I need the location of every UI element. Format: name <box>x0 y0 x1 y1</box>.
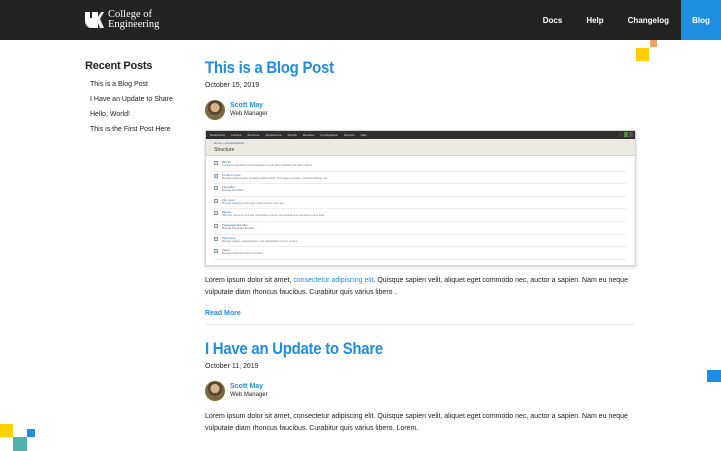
nav-blog[interactable]: Blog <box>681 0 721 40</box>
decor-square-orange <box>650 40 657 47</box>
avatar <box>205 100 225 120</box>
nav-changelog[interactable]: Changelog <box>616 0 681 40</box>
screenshot-menu-item: Content <box>230 133 242 137</box>
main-nav: Docs Help Changelog Blog <box>531 0 721 40</box>
post-featured-screenshot: Dashboard Content Structure Appearance P… <box>205 130 636 266</box>
read-more-link[interactable]: Read More <box>205 310 635 317</box>
screenshot-user-links <box>618 132 633 137</box>
list-item: Menus Add new menus to your site, edit ex… <box>214 209 627 222</box>
list-item: Content types Manage content types, inclu… <box>214 172 627 185</box>
decor-square-yellow <box>0 424 13 437</box>
sidebar-item-blog-post[interactable]: This is a Blog Post <box>85 77 195 92</box>
post-date: October 11, 2019 <box>205 363 259 370</box>
logo-line2: Engineering <box>108 19 160 30</box>
screenshot-menu-item: Modules <box>302 133 315 137</box>
author-name[interactable]: Scott May <box>230 382 268 391</box>
list-item: Taxonomy Manage tagging, categorization, … <box>214 235 627 248</box>
decor-square-blue <box>27 429 35 437</box>
post-title[interactable]: I Have an Update to Share <box>205 339 583 359</box>
post-author: Scott May Web Manager <box>205 381 635 401</box>
post-author: Scott May Web Manager <box>205 100 635 120</box>
screenshot-menu-item: Reports <box>344 133 355 137</box>
screenshot-title: Structure <box>214 147 235 153</box>
screenshot-admin-toolbar: Dashboard Content Structure Appearance P… <box>206 131 635 139</box>
nav-docs[interactable]: Docs <box>531 0 575 40</box>
excerpt-link[interactable]: consectetur adipiscing elit <box>293 277 373 284</box>
screenshot-menu-item: Structure <box>247 133 260 137</box>
nav-help[interactable]: Help <box>574 0 615 40</box>
screenshot-page-header: Home » Administration Structure <box>206 139 635 156</box>
screenshot-structure-list: Blocks Configure what block content appea… <box>206 156 635 263</box>
post-title[interactable]: This is a Blog Post <box>205 58 583 78</box>
sidebar-item-hello-world[interactable]: Hello, World! <box>85 107 195 122</box>
decor-square-yellow <box>636 48 649 61</box>
sidebar-item-first-post[interactable]: This is the First Post Here <box>85 122 195 137</box>
decor-square-teal <box>13 437 27 451</box>
screenshot-menu-item: Dashboard <box>210 133 225 137</box>
screenshot-menu-item: Help <box>360 133 367 137</box>
screenshot-breadcrumb: Home » Administration <box>214 141 245 145</box>
college-of-engineering-logo[interactable]: College of Engineering <box>84 9 160 30</box>
list-item: Blocks Configure what block content appea… <box>214 159 627 172</box>
blog-post: This is a Blog Post October 15, 2019 Sco… <box>205 58 636 325</box>
post-date: October 15, 2019 <box>205 82 260 89</box>
decor-square-blue <box>707 370 721 382</box>
recent-posts-sidebar: Recent Posts This is a Blog Post I Have … <box>85 60 195 137</box>
top-navbar: College of Engineering Docs Help Changel… <box>0 0 721 40</box>
avatar <box>205 381 225 401</box>
author-name[interactable]: Scott May <box>230 101 268 110</box>
list-item: Views Manage customized lists of content. <box>214 247 627 260</box>
blog-post: I Have an Update to Share October 11, 20… <box>205 339 635 434</box>
blog-post-list: This is a Blog Post October 15, 2019 Sco… <box>205 58 636 434</box>
list-item: Flexslider Manage FlexSlider <box>214 184 627 197</box>
sidebar-title: Recent Posts <box>85 60 153 72</box>
screenshot-menu-item: Configuration <box>320 133 339 137</box>
list-item: File types Manage settings for the type o… <box>214 197 627 210</box>
screenshot-menu-item: People <box>287 133 297 137</box>
post-divider <box>205 324 635 325</box>
sidebar-item-update[interactable]: I Have an Update to Share <box>85 92 195 107</box>
post-excerpt: Lorem ipsum dolor sit amet, consectetur … <box>205 275 635 298</box>
screenshot-menu-item: Appearance <box>265 133 282 137</box>
list-item: Paragraph Bundles Manage Paragraph Bundle… <box>214 222 627 235</box>
uk-logo-icon <box>84 11 104 29</box>
excerpt-text: Lorem ipsum dolor sit amet, <box>205 277 294 284</box>
author-role: Web Manager <box>230 392 268 398</box>
author-role: Web Manager <box>230 111 268 117</box>
post-excerpt: Lorem ipsum dolor sit amet, consectetur … <box>205 413 628 432</box>
